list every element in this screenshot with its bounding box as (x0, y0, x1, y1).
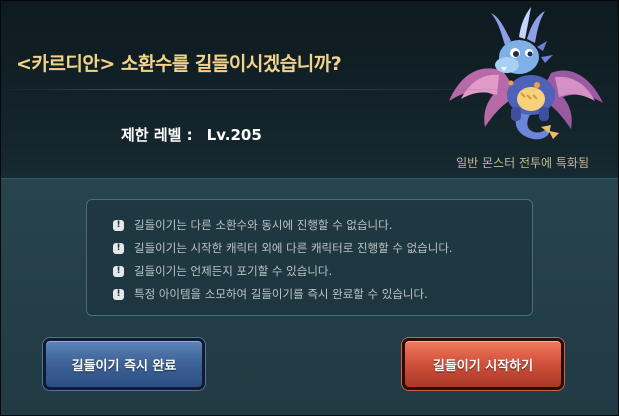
notice-list: ! 길들이기는 다른 소환수와 동시에 진행할 수 없습니다. ! 길들이기는 시작… (87, 200, 532, 306)
specialty-note: 일반 몬스터 전투에 특화됨 (456, 156, 589, 170)
notice-text: 길들이기는 언제든지 포기할 수 있습니다. (134, 264, 333, 278)
notice-text: 특정 아이템을 소모하여 길들이기를 즉시 완료할 수 있습니다. (134, 287, 428, 301)
notice-text: 길들이기는 다른 소환수와 동시에 진행할 수 없습니다. (134, 218, 393, 232)
level-value: Lv.205 (206, 126, 262, 144)
instant-complete-label: 길들이기 즉시 완료 (71, 358, 177, 374)
exclamation-icon: ! (113, 266, 124, 277)
start-taming-label: 길들이기 시작하기 (432, 358, 534, 374)
notice-item: ! 길들이기는 언제든지 포기할 수 있습니다. (113, 260, 532, 283)
instant-complete-button[interactable]: 길들이기 즉시 완료 (43, 338, 205, 390)
notice-item: ! 길들이기는 시작한 캐릭터 외에 다른 캐릭터로 진행할 수 없습니다. (113, 237, 532, 260)
dialog-header: <카르디안> 소환수를 길들이시겠습니까? 제한 레벨 : Lv.205 일반 몬… (1, 1, 618, 179)
level-requirement: 제한 레벨 : Lv.205 (121, 124, 262, 145)
level-label: 제한 레벨 : (121, 126, 193, 144)
exclamation-icon: ! (113, 243, 124, 254)
notice-box: ! 길들이기는 다른 소환수와 동시에 진행할 수 없습니다. ! 길들이기는 시작… (86, 199, 533, 316)
notice-text: 길들이기는 시작한 캐릭터 외에 다른 캐릭터로 진행할 수 없습니다. (134, 241, 453, 255)
notice-item: ! 특정 아이템을 소모하여 길들이기를 즉시 완료할 수 있습니다. (113, 283, 532, 306)
dialog-title: <카르디안> 소환수를 길들이시겠습니까? (16, 53, 342, 75)
exclamation-icon: ! (113, 289, 124, 300)
dragon-creature-portrait (449, 7, 603, 140)
exclamation-icon: ! (113, 220, 124, 231)
start-taming-button[interactable]: 길들이기 시작하기 (402, 338, 564, 390)
taming-dialog: <카르디안> 소환수를 길들이시겠습니까? 제한 레벨 : Lv.205 일반 몬… (0, 0, 619, 416)
notice-item: ! 길들이기는 다른 소환수와 동시에 진행할 수 없습니다. (113, 214, 532, 237)
